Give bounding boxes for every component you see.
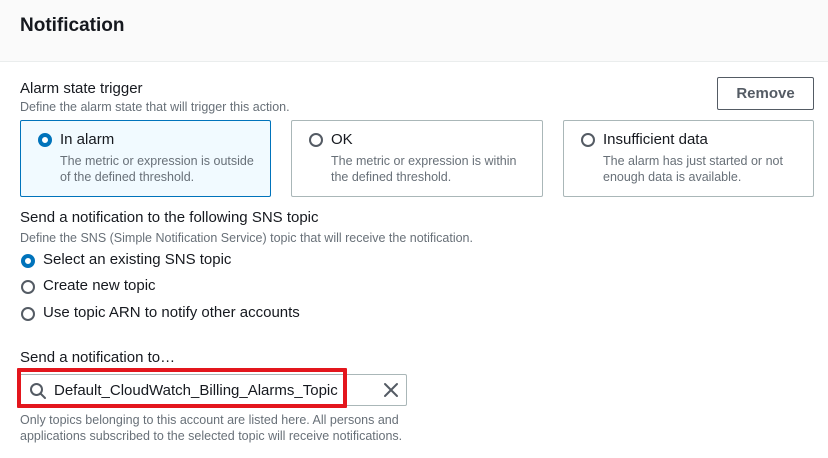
section-title: Notification xyxy=(20,15,125,36)
tile-in-alarm[interactable]: In alarm The metric or expression is out… xyxy=(20,120,271,197)
tile-description-line: The metric or expression is outside xyxy=(60,154,254,168)
sns-topic-search-field[interactable] xyxy=(19,374,407,406)
close-icon[interactable] xyxy=(382,381,400,399)
radio-select-existing-topic[interactable] xyxy=(21,254,35,268)
option-label: Create new topic xyxy=(43,277,156,294)
sns-topic-description: Define the SNS (Simple Notification Serv… xyxy=(20,231,473,245)
option-create-new-topic[interactable]: Create new topic xyxy=(20,276,170,298)
option-use-topic-arn[interactable]: Use topic ARN to notify other accounts xyxy=(20,303,310,325)
radio-insufficient-data[interactable] xyxy=(581,133,595,147)
tile-title: OK xyxy=(331,131,353,148)
tile-ok[interactable]: OK The metric or expression is within th… xyxy=(291,120,543,197)
option-select-existing-topic[interactable]: Select an existing SNS topic xyxy=(20,250,240,272)
tile-description-line: The alarm has just started or not xyxy=(603,154,783,168)
search-icon xyxy=(30,383,46,399)
tile-description: The metric or expression is outside of t… xyxy=(60,153,254,185)
option-label: Use topic ARN to notify other accounts xyxy=(43,304,300,321)
tile-description-line: enough data is available. xyxy=(603,170,742,184)
remove-button[interactable]: Remove xyxy=(717,77,814,110)
radio-create-new-topic[interactable] xyxy=(21,280,35,294)
tile-description-line: The metric or expression is within xyxy=(331,154,517,168)
alarm-state-trigger-label: Alarm state trigger xyxy=(20,80,143,97)
send-notification-to-label: Send a notification to… xyxy=(20,349,176,366)
tile-title: Insufficient data xyxy=(603,131,708,148)
radio-in-alarm[interactable] xyxy=(38,133,52,147)
help-line: Only topics belonging to this account ar… xyxy=(20,413,399,427)
tile-description-line: of the defined threshold. xyxy=(60,170,195,184)
alarm-state-trigger-description: Define the alarm state that will trigger… xyxy=(20,100,290,114)
help-line: applications subscribed to the selected … xyxy=(20,429,403,443)
sns-topic-label: Send a notification to the following SNS… xyxy=(20,209,319,226)
radio-use-topic-arn[interactable] xyxy=(21,307,35,321)
tile-description: The alarm has just started or not enough… xyxy=(603,153,783,185)
tile-description: The metric or expression is within the d… xyxy=(331,153,516,185)
topic-help-text: Only topics belonging to this account ar… xyxy=(20,412,420,444)
radio-ok[interactable] xyxy=(309,133,323,147)
tile-description-line: the defined threshold. xyxy=(331,170,452,184)
sns-topic-input[interactable] xyxy=(54,379,354,401)
tile-insufficient-data[interactable]: Insufficient data The alarm has just sta… xyxy=(563,120,814,197)
option-label: Select an existing SNS topic xyxy=(43,251,232,268)
tile-title: In alarm xyxy=(60,131,115,148)
notification-header: Notification xyxy=(0,0,828,62)
